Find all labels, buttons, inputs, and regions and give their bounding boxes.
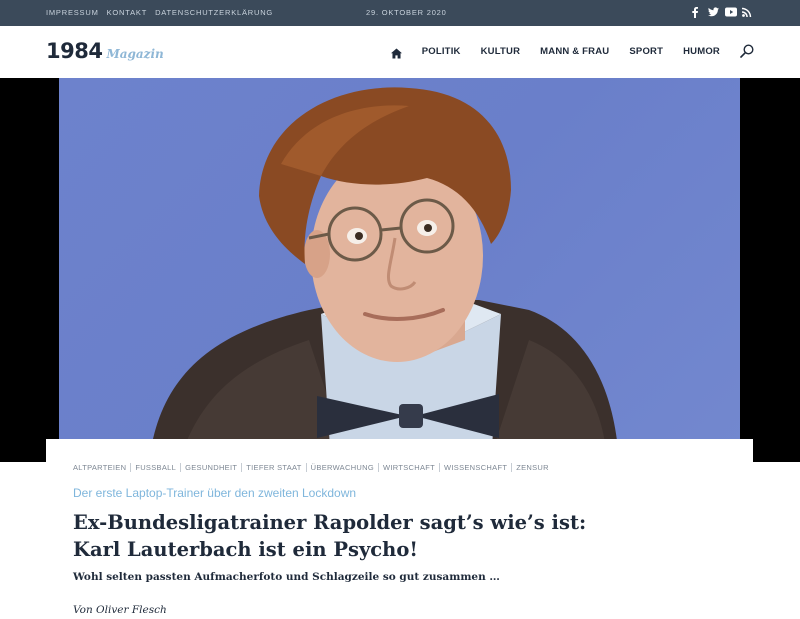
datenschutz-link[interactable]: DATENSCHUTZERKLÄRUNG bbox=[155, 8, 273, 17]
hero-section bbox=[0, 78, 800, 462]
home-icon[interactable] bbox=[390, 46, 402, 59]
tag-divider bbox=[305, 463, 307, 472]
tag-wissenschaft[interactable]: WISSENSCHAFT bbox=[444, 463, 507, 472]
twitter-icon[interactable] bbox=[708, 6, 719, 19]
nav-item-kultur[interactable]: KULTUR bbox=[481, 46, 521, 57]
facebook-icon[interactable] bbox=[691, 6, 701, 19]
nav-item-politik[interactable]: POLITIK bbox=[422, 46, 461, 57]
logo-number: 1984 bbox=[46, 39, 103, 63]
tag-zensur[interactable]: ZENSUR bbox=[516, 463, 549, 472]
tag-divider bbox=[377, 463, 379, 472]
tag-divider bbox=[439, 463, 441, 472]
tag-divider bbox=[180, 463, 182, 472]
tag-divider bbox=[241, 463, 243, 472]
tag-divider bbox=[511, 463, 513, 472]
main-nav: POLITIK KULTUR MANN & FRAU SPORT HUMOR bbox=[390, 44, 754, 59]
youtube-icon[interactable] bbox=[725, 6, 737, 19]
article-headline[interactable]: Ex-Bundesligatrainer Rapolder sagt’s wie… bbox=[73, 509, 633, 563]
portrait-illustration bbox=[149, 87, 619, 462]
rss-icon[interactable] bbox=[742, 6, 752, 19]
kontakt-link[interactable]: KONTAKT bbox=[107, 8, 147, 17]
hero-photo[interactable] bbox=[59, 78, 740, 462]
article-kicker: Der erste Laptop-Trainer über den zweite… bbox=[73, 486, 357, 500]
current-date: 29. OKTOBER 2020 bbox=[366, 8, 447, 17]
nav-item-humor[interactable]: HUMOR bbox=[683, 46, 720, 57]
tag-tiefer-staat[interactable]: TIEFER STAAT bbox=[246, 463, 301, 472]
tag-wirtschaft[interactable]: WIRTSCHAFT bbox=[383, 463, 435, 472]
article-author: Von Oliver Flesch bbox=[73, 604, 167, 616]
logo-word: Magazin bbox=[106, 47, 164, 61]
tag-altparteien[interactable]: ALTPARTEIEN bbox=[73, 463, 126, 472]
tag-list: ALTPARTEIEN FUSSBALL GESUNDHEIT TIEFER S… bbox=[73, 463, 549, 472]
top-links: IMPRESSUM KONTAKT DATENSCHUTZERKLÄRUNG bbox=[46, 8, 273, 17]
social-links bbox=[691, 6, 752, 19]
tag-divider bbox=[130, 463, 132, 472]
site-header: 1984 Magazin POLITIK KULTUR MANN & FRAU … bbox=[0, 26, 800, 78]
article-lead: Wohl selten passten Aufmacherfoto und Sc… bbox=[73, 571, 500, 583]
tag-gesundheit[interactable]: GESUNDHEIT bbox=[185, 463, 237, 472]
top-bar: IMPRESSUM KONTAKT DATENSCHUTZERKLÄRUNG 2… bbox=[0, 0, 800, 26]
article-card: ALTPARTEIEN FUSSBALL GESUNDHEIT TIEFER S… bbox=[46, 439, 753, 619]
tag-fussball[interactable]: FUSSBALL bbox=[135, 463, 176, 472]
site-logo[interactable]: 1984 Magazin bbox=[46, 39, 164, 63]
tag-ueberwachung[interactable]: ÜBERWACHUNG bbox=[311, 463, 374, 472]
nav-item-mann-frau[interactable]: MANN & FRAU bbox=[540, 46, 609, 57]
impressum-link[interactable]: IMPRESSUM bbox=[46, 8, 99, 17]
search-icon[interactable] bbox=[740, 44, 754, 58]
nav-item-sport[interactable]: SPORT bbox=[629, 46, 663, 57]
